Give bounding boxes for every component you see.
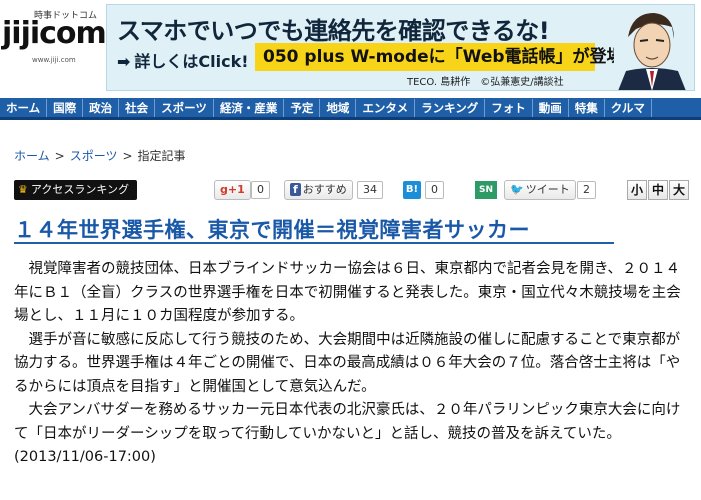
tweet-button[interactable]: 🐦 ツイート [504,180,576,200]
banner-click[interactable]: ➡ 詳しくはClick! [117,48,249,72]
breadcrumb-separator: > [122,149,133,163]
twitter-bird-icon: 🐦 [510,183,524,196]
hatena-count: 0 [425,181,444,199]
banner-yellow-box: 050 plus W-modeに「Web電話帳」が登場! [255,43,631,71]
article-paragraph: 視覚障害者の競技団体、日本ブラインドサッカー協会は６日、東京都内で記者会見を開き… [14,261,681,324]
breadcrumb-sports[interactable]: スポーツ [70,149,118,163]
banner-credit: TECO. 島耕作 ©弘兼憲史/講談社 [407,77,564,88]
nav-item-society[interactable]: 社会 [119,98,156,117]
tweet-count: 2 [577,181,596,199]
facebook-count: 34 [357,181,383,199]
nav-item-features[interactable]: 特集 [569,98,605,117]
nav-item-international[interactable]: 国際 [47,98,84,117]
breadcrumb: ホーム > スポーツ > 指定記事 [14,147,186,164]
site-logo[interactable]: 時事ドットコム jijicom www.jiji.com [2,6,107,72]
site-header: 時事ドットコム jijicom www.jiji.com スマホでいつでも連絡先… [0,0,701,98]
businessman-illustration [614,7,686,90]
nav-item-cars[interactable]: クルマ [605,98,652,117]
article-toolbar: ♛ アクセスランキング g+1 0 f おすすめ 34 B! 0 SN 🐦 ツイート … [0,176,701,204]
hatena-bookmark-button[interactable]: B! [403,181,421,199]
global-nav: ホーム 国際 政治 社会 スポーツ 経済・産業 予定 地域 エンタメ ランキング… [0,98,701,120]
facebook-recommend-button[interactable]: f おすすめ [284,180,353,200]
nav-item-photo[interactable]: フォト [485,98,533,117]
nav-item-economy[interactable]: 経済・産業 [214,98,285,117]
banner-headline: スマホでいつでも連絡先を確認できるな! [117,17,550,45]
breadcrumb-home[interactable]: ホーム [14,149,50,163]
font-size-small-button[interactable]: 小 [627,180,647,200]
nav-item-schedule[interactable]: 予定 [284,98,321,117]
nav-item-entertainment[interactable]: エンタメ [356,98,416,117]
crown-icon: ♛ [18,183,28,196]
google-plus-button[interactable]: g+1 [214,180,251,200]
logo-url: www.jiji.com [32,56,76,64]
breadcrumb-separator: > [54,149,65,163]
nav-item-sports[interactable]: スポーツ [155,98,214,117]
breadcrumb-current: 指定記事 [137,149,186,163]
logo-mark: jijicom [2,16,107,51]
font-size-medium-button[interactable]: 中 [648,180,668,200]
nav-item-video[interactable]: 動画 [533,98,569,117]
article-body: 視覚障害者の競技団体、日本ブラインドサッカー協会は６日、東京都内で記者会見を開き… [14,258,692,470]
nav-item-home[interactable]: ホーム [0,98,48,117]
ad-banner[interactable]: スマホでいつでも連絡先を確認できるな! ➡ 詳しくはClick! 050 plus… [106,4,695,91]
article-paragraph: 選手が音に敏感に反応して行う競技のため、大会期間中は近隣施設の催しに配慮すること… [14,331,681,395]
access-ranking-label: アクセスランキング [30,183,129,196]
arrow-right-icon: ➡ [117,52,131,71]
access-ranking-button[interactable]: ♛ アクセスランキング [14,180,137,200]
sn-share-button[interactable]: SN [475,181,497,199]
google-plus-count: 0 [251,181,270,199]
nav-item-region[interactable]: 地域 [320,98,357,117]
nav-item-politics[interactable]: 政治 [83,98,120,117]
google-plus-label: g+1 [220,183,245,196]
article-paragraph: 大会アンバサダーを務めるサッカー元日本代表の北沢豪氏は、２０年パラリンピック東京… [14,402,681,465]
font-size-large-button[interactable]: 大 [669,180,689,200]
banner-click-text: 詳しくはClick! [134,52,249,71]
facebook-recommend-label: おすすめ [302,183,347,196]
nav-item-ranking[interactable]: ランキング [415,98,486,117]
facebook-icon: f [290,183,301,196]
tweet-label: ツイート [525,183,570,196]
article-headline: １４年世界選手権、東京で開催＝視覚障害者サッカー [14,214,614,244]
